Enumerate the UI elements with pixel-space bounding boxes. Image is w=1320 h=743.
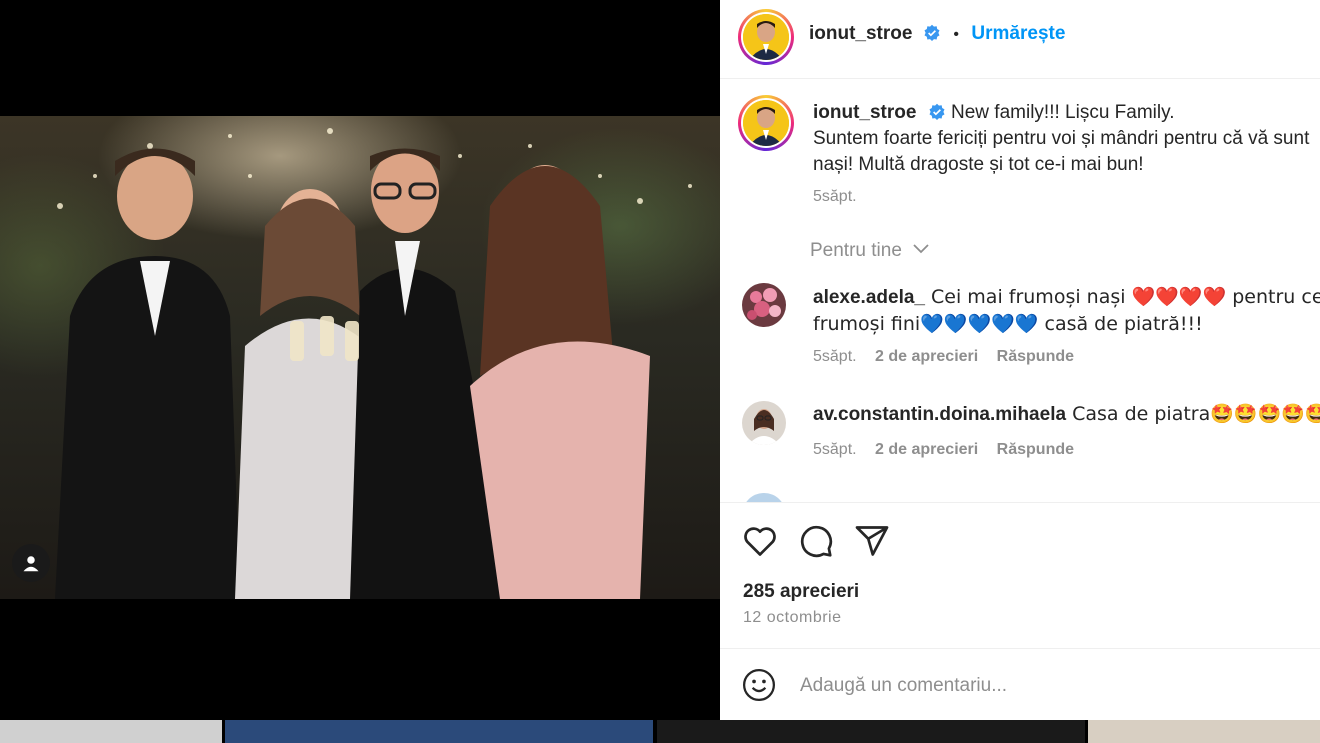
separator-dot: •: [953, 26, 959, 43]
avatar-photo: [742, 283, 786, 327]
caption-time: 5săpt.: [813, 188, 857, 205]
comment-username[interactable]: alexe.adela_: [813, 287, 925, 308]
post-date[interactable]: 12 octombrie: [743, 609, 842, 627]
grid-thumbnail[interactable]: [225, 720, 653, 743]
caption-text-line3: nași! Multă dragoste și tot ce-i mai bun…: [813, 154, 1144, 175]
user-tag-icon: [23, 556, 39, 572]
avatar-photo: [743, 14, 789, 60]
comment-time: 5săpt.: [813, 441, 857, 458]
comment-input[interactable]: [798, 671, 1282, 701]
comment-likes-button[interactable]: 2 de aprecieri: [875, 348, 978, 365]
comment-bubble-icon[interactable]: [798, 523, 834, 559]
add-comment-bar: [720, 648, 1320, 720]
comment-meta: 5săpt. 2 de aprecieri Răspunde: [813, 348, 1074, 366]
tag-users-button[interactable]: [12, 544, 50, 582]
grid-thumbnail[interactable]: [657, 720, 1085, 743]
photo-illustration: [55, 128, 692, 599]
post-actions-bar: 285 aprecieri 12 octombrie: [720, 502, 1320, 649]
avatar-photo: [743, 100, 789, 146]
author-avatar[interactable]: [738, 9, 794, 65]
comment-likes-button[interactable]: 2 de aprecieri: [875, 441, 978, 458]
comments-filter-label: Pentru tine: [810, 240, 902, 261]
comment-text: Cei mai frumoși nași ❤️❤️❤️❤️ pentru cei…: [931, 286, 1320, 308]
comment-username[interactable]: av.constantin.doina.mihaela: [813, 404, 1066, 425]
comment-time: 5săpt.: [813, 348, 857, 365]
grid-thumbnail[interactable]: [0, 720, 222, 743]
post-media-area: [0, 0, 720, 720]
paper-plane-icon[interactable]: [854, 523, 890, 559]
caption-username[interactable]: ionut_stroe: [813, 102, 916, 123]
verified-badge-icon: [929, 103, 945, 120]
verified-badge-icon: [924, 24, 940, 41]
caption-text-line2: Suntem foarte fericiți pentru voi și mân…: [813, 128, 1310, 149]
reply-button[interactable]: Răspunde: [997, 348, 1074, 365]
caption-text-line1: New family!!! Lișcu Family.: [951, 102, 1175, 123]
comments-filter-dropdown[interactable]: Pentru tine: [810, 240, 929, 262]
follow-button[interactable]: Urmărește: [971, 23, 1065, 44]
post-details-panel: ionut_stroe • Urmărește ionut_stroe New …: [720, 0, 1320, 720]
avatar-photo: [742, 401, 786, 445]
post-caption: ionut_stroe New family!!! Lișcu Family. …: [813, 100, 1320, 210]
comment-text: frumoși fini💙💙💙💙💙 casă de piatră!!!: [813, 313, 1203, 335]
background-grid-strip: [0, 720, 1320, 743]
grid-thumbnail[interactable]: [1088, 720, 1320, 743]
emoji-smile-icon[interactable]: [742, 668, 776, 702]
chevron-down-icon: [913, 244, 929, 254]
author-username[interactable]: ionut_stroe: [809, 23, 912, 44]
commenter-avatar[interactable]: [742, 401, 786, 445]
comment-text: Casa de piatra🤩🤩🤩🤩🤩: [1066, 403, 1320, 425]
commenter-avatar[interactable]: [742, 283, 786, 327]
comment-meta: 5săpt. 2 de aprecieri Răspunde: [813, 441, 1074, 459]
likes-count[interactable]: 285 aprecieri: [743, 581, 859, 603]
post-header: ionut_stroe • Urmărește: [720, 0, 1320, 79]
caption-author-avatar[interactable]: [738, 95, 794, 151]
post-photo[interactable]: [0, 116, 720, 599]
heart-icon[interactable]: [742, 523, 778, 559]
reply-button[interactable]: Răspunde: [997, 441, 1074, 458]
